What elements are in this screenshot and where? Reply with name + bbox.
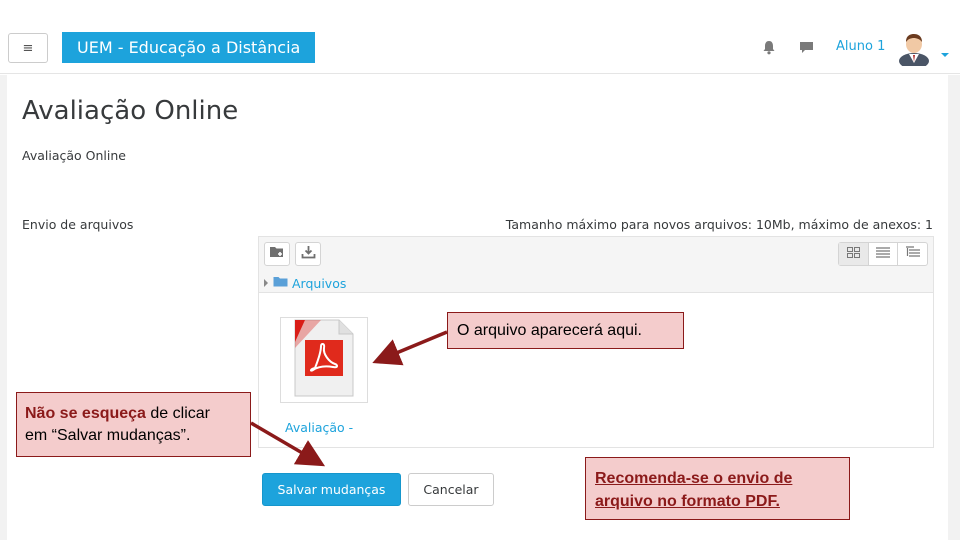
activity-description: Avaliação Online <box>22 148 126 163</box>
callout-save-text-2: em “Salvar mudanças”. <box>25 427 191 444</box>
breadcrumb: Arquivos <box>263 274 346 292</box>
hamburger-menu-button[interactable]: ≡ <box>8 33 48 63</box>
list-view-icon <box>876 245 890 263</box>
page-title: Avaliação Online <box>22 96 239 126</box>
cancel-button[interactable]: Cancelar <box>408 473 494 506</box>
avatar[interactable] <box>897 30 931 69</box>
upload-limits-info: Tamanho máximo para novos arquivos: 10Mb… <box>505 217 933 232</box>
callout-file-appears: O arquivo aparecerá aqui. <box>447 312 684 349</box>
download-icon <box>301 245 316 264</box>
download-all-button[interactable] <box>295 242 321 266</box>
view-mode-toggle <box>838 242 928 266</box>
file-name[interactable]: Avaliação - <box>279 419 369 443</box>
breadcrumb-root-folder[interactable]: Arquivos <box>292 276 346 291</box>
pdf-file-icon <box>291 318 357 403</box>
hamburger-menu-icon: ≡ <box>22 40 34 56</box>
grid-view-button[interactable] <box>839 243 869 265</box>
bell-icon[interactable] <box>759 37 779 57</box>
uploaded-file[interactable]: Avaliação - <box>279 315 369 445</box>
save-changes-button[interactable]: Salvar mudanças <box>262 473 401 506</box>
grid-view-icon <box>846 245 860 263</box>
callout-save-text-1: de clicar <box>145 405 210 422</box>
tree-view-icon <box>905 245 920 263</box>
site-brand-link[interactable]: UEM - Educação a Distância <box>62 32 316 63</box>
callout-pdf-line-1: Recomenda-se o envio de <box>595 470 793 487</box>
file-submission-label: Envio de arquivos <box>22 217 134 232</box>
file-manager-toolbar: Arquivos <box>259 237 933 293</box>
callout-save-bold: Não se esqueça <box>25 405 146 422</box>
chevron-down-icon[interactable] <box>940 45 950 57</box>
file-thumbnail[interactable] <box>280 317 368 403</box>
callout-save-reminder: Não se esqueça de clicar em “Salvar muda… <box>16 392 251 457</box>
user-name-link[interactable]: Aluno 1 <box>836 39 885 54</box>
folder-icon <box>273 274 288 292</box>
list-view-button[interactable] <box>869 243 899 265</box>
add-folder-icon <box>269 245 285 263</box>
callout-pdf-line-2: arquivo no formato PDF. <box>595 493 780 510</box>
callout-pdf-recommendation: Recomenda-se o envio de arquivo no forma… <box>585 457 850 520</box>
chat-icon[interactable] <box>796 37 816 57</box>
add-file-button[interactable] <box>264 242 290 266</box>
callout-file-text: O arquivo aparecerá aqui. <box>457 321 642 339</box>
top-navbar: ≡ UEM - Educação a Distância Aluno 1 <box>0 20 960 74</box>
tree-view-button[interactable] <box>898 243 927 265</box>
caret-right-icon <box>263 274 269 292</box>
